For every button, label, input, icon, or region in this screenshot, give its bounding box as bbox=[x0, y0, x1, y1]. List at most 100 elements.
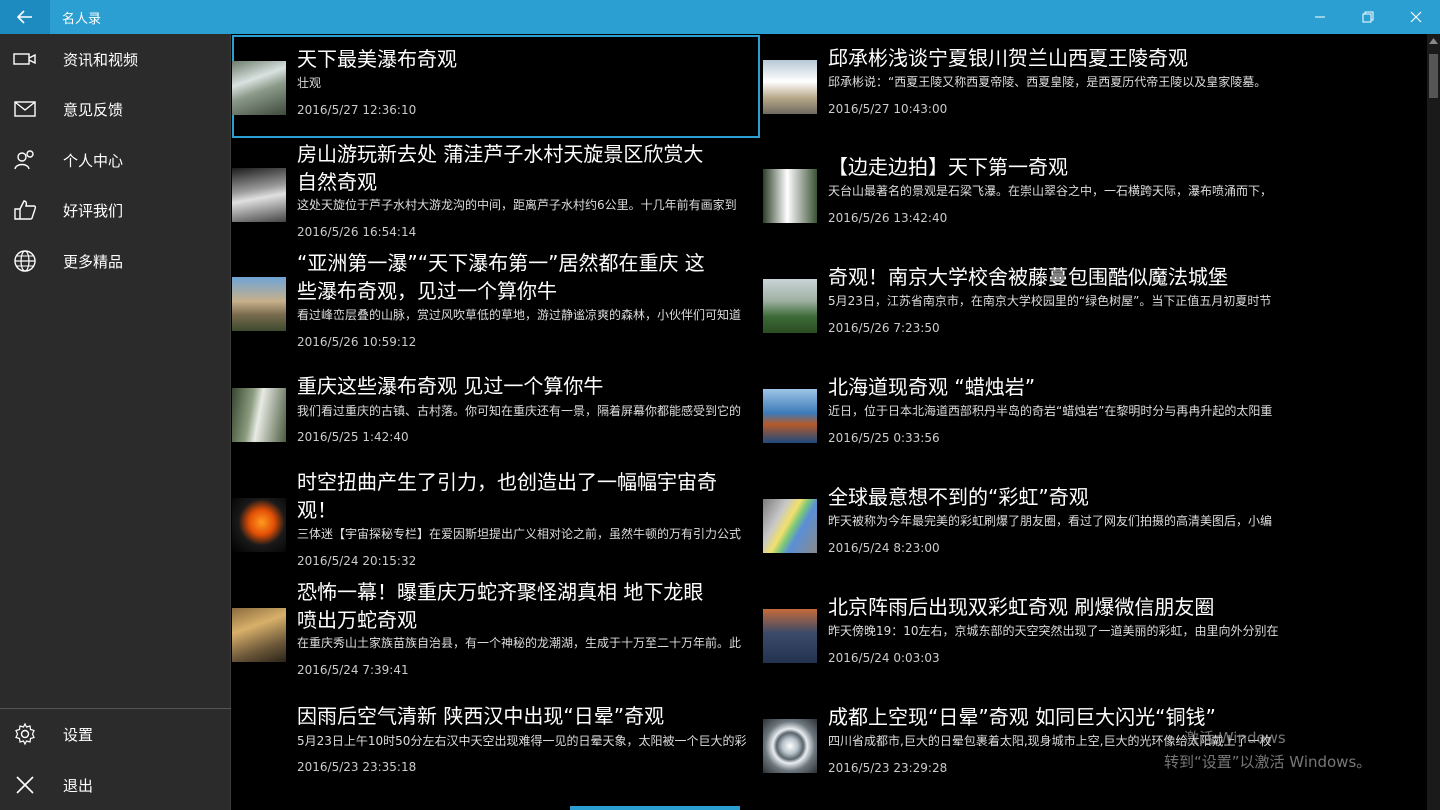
article-card[interactable]: 北海道现奇观 “蜡烛岩” 近日，位于日本北海道西部积丹半岛的奇岩“蜡烛岩”在黎明… bbox=[763, 373, 1291, 463]
sidebar-item-label: 设置 bbox=[63, 725, 94, 744]
article-card[interactable]: 恐怖一幕！曝重庆万蛇齐聚怪湖真相 地下龙眼喷出万蛇奇观 在重庆秀山土家族苗族自治… bbox=[232, 578, 760, 688]
article-title: 全球最意想不到的“彩虹”奇观 bbox=[828, 485, 1089, 509]
article-thumbnail bbox=[763, 279, 817, 333]
vertical-scrollbar[interactable] bbox=[1427, 34, 1440, 810]
article-description: 天台山最著名的景观是石梁飞瀑。在崇山翠谷之中，一石横跨天际，瀑布喷涌而下， bbox=[828, 184, 1273, 198]
article-title: 邱承彬浅谈宁夏银川贺兰山西夏王陵奇观 bbox=[828, 46, 1188, 70]
restore-button[interactable] bbox=[1344, 0, 1392, 34]
article-time: 2016/5/26 10:59:12 bbox=[297, 335, 417, 349]
article-time: 2016/5/25 1:42:40 bbox=[297, 430, 409, 444]
article-card[interactable]: 天下最美瀑布奇观 壮观 2016/5/27 12:36:10 bbox=[232, 35, 760, 138]
article-description: 邱承彬说：“西夏王陵又称西夏帝陵、西夏皇陵，是西夏历代帝王陵以及皇家陵墓。 bbox=[828, 75, 1267, 89]
activation-watermark: 激活 Windows 转到“设置”以激活 Windows。 bbox=[1164, 726, 1371, 774]
article-title: 时空扭曲产生了引力，也创造出了一幅幅宇宙奇观！ bbox=[297, 470, 717, 522]
article-time: 2016/5/24 8:23:00 bbox=[828, 541, 940, 555]
sidebar-item-rate-us[interactable]: 好评我们 bbox=[0, 185, 231, 235]
article-description: 5月23日，江苏省南京市，在南京大学校园里的“绿色树屋”。当下正值五月初夏时节 bbox=[828, 294, 1272, 308]
article-thumbnail bbox=[232, 608, 286, 662]
article-time: 2016/5/26 7:23:50 bbox=[828, 321, 940, 335]
article-title: 重庆这些瀑布奇观 见过一个算你牛 bbox=[297, 374, 604, 398]
article-title: 北京阵雨后出现双彩虹奇观 刷爆微信朋友圈 bbox=[828, 595, 1215, 619]
article-thumbnail bbox=[232, 61, 286, 115]
globe-icon bbox=[0, 236, 50, 286]
close-icon bbox=[0, 760, 50, 810]
article-card[interactable]: 因雨后空气清新 陕西汉中出现“日晕”奇观 5月23日上午10时50分左右汉中天空… bbox=[232, 702, 760, 786]
article-thumbnail bbox=[763, 60, 817, 114]
article-title: 因雨后空气清新 陕西汉中出现“日晕”奇观 bbox=[297, 704, 665, 728]
thumbs-up-icon bbox=[0, 185, 50, 235]
article-description: 近日，位于日本北海道西部积丹半岛的奇岩“蜡烛岩”在黎明时分与再冉升起的太阳重 bbox=[828, 404, 1273, 418]
minimize-button[interactable] bbox=[1296, 0, 1344, 34]
article-title: 天下最美瀑布奇观 bbox=[297, 47, 457, 71]
article-description: 昨天被称为今年最完美的彩虹刷爆了朋友圈，看过了网友们拍摄的高清美图后，小编 bbox=[828, 514, 1273, 528]
article-card[interactable]: 房山游玩新去处 蒲洼芦子水村天旋景区欣赏大自然奇观 这处天旋位于芦子水村大游龙沟… bbox=[232, 140, 760, 248]
article-time: 2016/5/26 16:54:14 bbox=[297, 225, 417, 239]
sidebar-item-settings[interactable]: 设置 bbox=[0, 709, 231, 759]
article-card[interactable]: 重庆这些瀑布奇观 见过一个算你牛 我们看过重庆的古镇、古村落。你可知在重庆还有一… bbox=[232, 372, 760, 456]
article-thumbnail bbox=[763, 499, 817, 553]
article-title: 北海道现奇观 “蜡烛岩” bbox=[828, 375, 1036, 399]
article-time: 2016/5/24 0:03:03 bbox=[828, 651, 940, 665]
sidebar-item-exit[interactable]: 退出 bbox=[0, 760, 231, 810]
title-bar: 名人录 bbox=[0, 0, 1440, 34]
article-title: “亚洲第一瀑”“天下瀑布第一”居然都在重庆 这些瀑布奇观，见过一个算你牛 bbox=[297, 251, 705, 303]
gear-icon bbox=[0, 709, 50, 759]
article-time: 2016/5/23 23:29:28 bbox=[828, 761, 948, 775]
sidebar-item-feedback[interactable]: 意见反馈 bbox=[0, 84, 231, 134]
article-thumbnail bbox=[232, 388, 286, 442]
article-time: 2016/5/27 10:43:00 bbox=[828, 102, 948, 116]
article-title: 奇观！南京大学校舍被藤蔓包围酷似魔法城堡 bbox=[828, 265, 1228, 289]
article-card[interactable]: 时空扭曲产生了引力，也创造出了一幅幅宇宙奇观！ 三体迷【宇宙探秘专栏】在爱因斯坦… bbox=[232, 468, 760, 578]
people-icon bbox=[0, 135, 50, 185]
mail-icon bbox=[0, 84, 50, 134]
article-time: 2016/5/24 20:15:32 bbox=[297, 554, 417, 568]
scroll-up-arrow-icon[interactable] bbox=[1429, 38, 1438, 44]
sidebar-item-label: 好评我们 bbox=[63, 201, 124, 220]
article-description: 三体迷【宇宙探秘专栏】在爱因斯坦提出广义相对论之前，虽然牛顿的万有引力公式 bbox=[297, 527, 742, 541]
article-card[interactable]: 奇观！南京大学校舍被藤蔓包围酷似魔法城堡 5月23日，江苏省南京市，在南京大学校… bbox=[763, 263, 1291, 353]
article-card[interactable]: 邱承彬浅谈宁夏银川贺兰山西夏王陵奇观 邱承彬说：“西夏王陵又称西夏帝陵、西夏皇陵… bbox=[763, 44, 1291, 134]
article-card[interactable]: 全球最意想不到的“彩虹”奇观 昨天被称为今年最完美的彩虹刷爆了朋友圈，看过了网友… bbox=[763, 483, 1291, 573]
sidebar-item-label: 更多精品 bbox=[63, 252, 124, 271]
sidebar-item-news-video[interactable]: 资讯和视频 bbox=[0, 34, 231, 84]
article-thumbnail bbox=[763, 389, 817, 443]
article-card[interactable]: 北京阵雨后出现双彩虹奇观 刷爆微信朋友圈 昨天傍晚19：10左右，京城东部的天空… bbox=[763, 593, 1291, 683]
horizontal-scroll-indicator[interactable] bbox=[570, 806, 740, 810]
article-thumbnail bbox=[232, 277, 286, 331]
article-card[interactable]: “亚洲第一瀑”“天下瀑布第一”居然都在重庆 这些瀑布奇观，见过一个算你牛 看过峰… bbox=[232, 249, 760, 359]
watermark-line1: 激活 Windows bbox=[1184, 729, 1286, 747]
sidebar-item-label: 个人中心 bbox=[63, 151, 124, 170]
article-thumbnail bbox=[232, 168, 286, 222]
sidebar-item-label: 退出 bbox=[63, 776, 94, 795]
article-description: 看过峰峦层叠的山脉，赏过风吹草低的草地，游过静谧凉爽的森林，小伙伴们可知道 bbox=[297, 308, 742, 322]
close-window-button[interactable] bbox=[1392, 0, 1440, 34]
app-title: 名人录 bbox=[62, 12, 102, 27]
article-description: 这处天旋位于芦子水村大游龙沟的中间，距离芦子水村约6公里。十几年前有画家到 bbox=[297, 198, 737, 212]
article-thumbnail bbox=[763, 169, 817, 223]
article-description: 昨天傍晚19：10左右，京城东部的天空突然出现了一道美丽的彩虹，由里向外分别在 bbox=[828, 624, 1279, 638]
article-time: 2016/5/27 12:36:10 bbox=[297, 103, 417, 117]
article-description: 我们看过重庆的古镇、古村落。你可知在重庆还有一景，隔着屏幕你都能感受到它的 bbox=[297, 404, 742, 418]
minimize-icon bbox=[1315, 16, 1325, 18]
article-time: 2016/5/24 7:39:41 bbox=[297, 663, 409, 677]
article-description: 壮观 bbox=[297, 76, 322, 90]
article-time: 2016/5/23 23:35:18 bbox=[297, 760, 417, 774]
restore-icon bbox=[1362, 11, 1374, 23]
scrollbar-thumb[interactable] bbox=[1429, 54, 1438, 98]
sidebar-item-label: 资讯和视频 bbox=[63, 50, 139, 69]
article-title: 恐怖一幕！曝重庆万蛇齐聚怪湖真相 地下龙眼喷出万蛇奇观 bbox=[297, 580, 704, 632]
article-grid: 天下最美瀑布奇观 壮观 2016/5/27 12:36:10 房山游玩新去处 蒲… bbox=[232, 34, 1426, 810]
article-thumbnail bbox=[763, 609, 817, 663]
article-title: 【边走边拍】天下第一奇观 bbox=[828, 155, 1068, 179]
article-thumbnail bbox=[232, 498, 286, 552]
article-description: 5月23日上午10时50分左右汉中天空出现难得一见的日晕天象，太阳被一个巨大的彩 bbox=[297, 734, 747, 748]
sidebar-item-label: 意见反馈 bbox=[63, 100, 124, 119]
article-description: 在重庆秀山土家族苗族自治县，有一个神秘的龙潮湖，生成于十万至二十万年前。此 bbox=[297, 636, 742, 650]
back-arrow-icon bbox=[17, 10, 32, 24]
sidebar-item-more-apps[interactable]: 更多精品 bbox=[0, 236, 231, 286]
article-card[interactable]: 【边走边拍】天下第一奇观 天台山最著名的景观是石梁飞瀑。在崇山翠谷之中，一石横跨… bbox=[763, 153, 1291, 243]
back-button[interactable] bbox=[0, 0, 50, 34]
sidebar-item-profile[interactable]: 个人中心 bbox=[0, 135, 231, 185]
video-icon bbox=[0, 34, 50, 84]
article-title: 房山游玩新去处 蒲洼芦子水村天旋景区欣赏大自然奇观 bbox=[297, 142, 704, 194]
